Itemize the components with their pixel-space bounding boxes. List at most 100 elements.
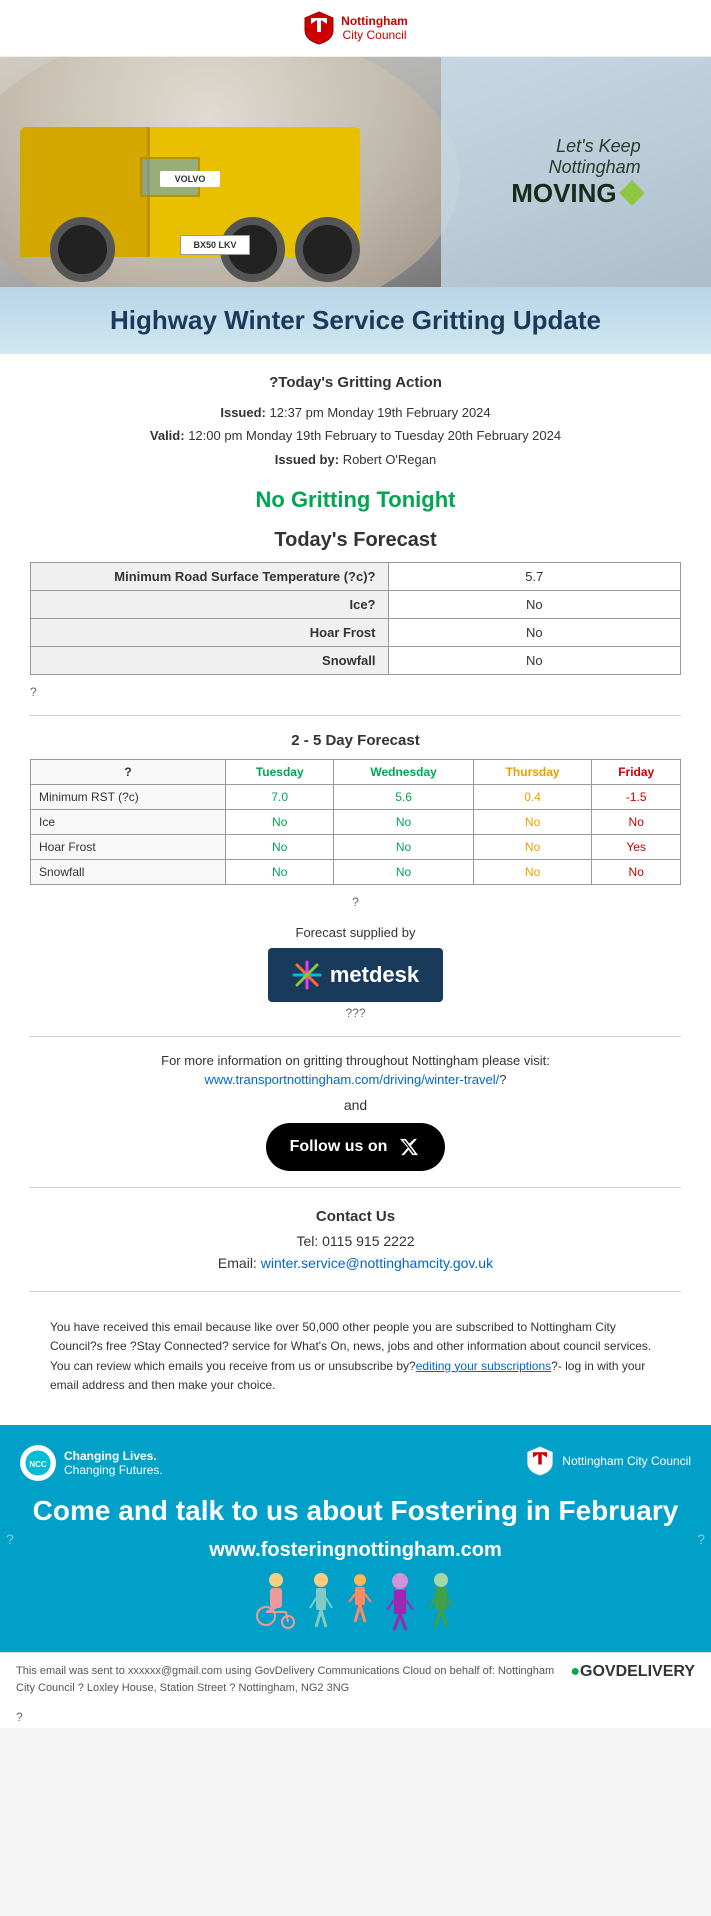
divider-1 xyxy=(30,715,681,716)
hero-line1: Let's Keep xyxy=(511,136,640,157)
fostering-banner: ? ? NCC Changing Lives. Changing Futures… xyxy=(0,1425,711,1652)
contact-title: Contact Us xyxy=(30,1208,681,1225)
multi-forecast-label: Minimum RST (?c) xyxy=(31,785,226,810)
issued-label: Issued: xyxy=(220,405,266,420)
multi-forecast-value: 0.4 xyxy=(473,785,592,810)
fostering-right-question: ? xyxy=(697,1531,705,1547)
multi-forecast-value: -1.5 xyxy=(592,785,681,810)
hero-line2: Nottingham xyxy=(511,157,640,178)
diamond-icon xyxy=(619,180,644,205)
contact-email: Email: winter.service@nottinghamcity.gov… xyxy=(30,1255,681,1271)
metdesk-name: metdesk xyxy=(330,962,419,988)
question-mark-1: ? xyxy=(30,685,681,699)
valid-label: Valid: xyxy=(150,428,185,443)
col-header-fri: Friday xyxy=(592,760,681,785)
changing-futures-text: Changing Futures. xyxy=(64,1463,163,1477)
fostering-logo-right: Nottingham City Council xyxy=(526,1445,691,1477)
issued-by-line: Issued by: Robert O'Regan xyxy=(30,448,681,471)
table-row: Minimum RST (?c)7.05.60.4-1.5 xyxy=(31,785,681,810)
table-row: IceNoNoNoNo xyxy=(31,810,681,835)
table-row: Ice?No xyxy=(31,591,681,619)
multi-forecast-value: 5.6 xyxy=(334,785,473,810)
main-content: ?Today's Gritting Action Issued: 12:37 p… xyxy=(0,354,711,1425)
follow-us-wrapper: Follow us on xyxy=(30,1123,681,1171)
fostering-figures xyxy=(20,1572,691,1632)
govdelivery-dot-icon: ● xyxy=(570,1663,580,1680)
govdelivery-brand: ●GOVDELIVERY xyxy=(570,1663,695,1681)
table-row: SnowfallNo xyxy=(31,647,681,675)
footer: This email was sent to xxxxxx@gmail.com … xyxy=(0,1652,711,1706)
table-row: Hoar FrostNoNoNoYes xyxy=(31,835,681,860)
info-block: Issued: 12:37 pm Monday 19th February 20… xyxy=(30,401,681,471)
gritting-status: No Gritting Tonight xyxy=(30,487,681,513)
todays-forecast-table: Minimum Road Surface Temperature (?c)?5.… xyxy=(30,562,681,675)
issued-line: Issued: 12:37 pm Monday 19th February 20… xyxy=(30,401,681,424)
multi-forecast-value: No xyxy=(473,860,592,885)
valid-line: Valid: 12:00 pm Monday 19th February to … xyxy=(30,424,681,447)
forecast-value: No xyxy=(388,591,681,619)
footer-text: This email was sent to xxxxxx@gmail.com … xyxy=(16,1663,560,1696)
multi-forecast-label: Ice xyxy=(31,810,226,835)
multi-forecast-value: No xyxy=(592,860,681,885)
more-info-text: For more information on gritting through… xyxy=(30,1053,681,1068)
metdesk-label: Forecast supplied by xyxy=(30,925,681,940)
metdesk-star-icon xyxy=(292,960,322,990)
and-text: and xyxy=(30,1097,681,1113)
follow-us-button[interactable]: Follow us on xyxy=(266,1123,446,1171)
col-header-tue: Tuesday xyxy=(226,760,334,785)
fostering-figure-5 xyxy=(426,1572,456,1632)
multi-forecast-value: No xyxy=(334,810,473,835)
forecast-label: Minimum Road Surface Temperature (?c)? xyxy=(31,563,389,591)
multi-forecast-label: Snowfall xyxy=(31,860,226,885)
forecast-label: Snowfall xyxy=(31,647,389,675)
col-header-wed: Wednesday xyxy=(334,760,473,785)
follow-us-label: Follow us on xyxy=(290,1138,388,1156)
metdesk-questions: ??? xyxy=(30,1006,681,1020)
page-title: Highway Winter Service Gritting Update xyxy=(20,305,691,336)
header-logo: Nottingham City Council xyxy=(10,10,701,46)
fostering-left-question: ? xyxy=(6,1531,14,1547)
multi-forecast-value: No xyxy=(473,810,592,835)
multi-forecast-value: No xyxy=(334,835,473,860)
forecast-label: Hoar Frost xyxy=(31,619,389,647)
forecast-value: 5.7 xyxy=(388,563,681,591)
tel-label: Tel: xyxy=(296,1233,318,1249)
multi-forecast-value: No xyxy=(334,860,473,885)
divider-2 xyxy=(30,1036,681,1037)
fostering-figure-1 xyxy=(256,1572,296,1632)
footer-logo: ●GOVDELIVERY xyxy=(570,1663,695,1681)
metdesk-logo: metdesk xyxy=(268,948,443,1002)
fostering-figure-4 xyxy=(384,1572,416,1632)
council-shield-icon xyxy=(303,10,335,46)
multi-forecast-value: No xyxy=(592,810,681,835)
fostering-figure-3 xyxy=(346,1572,374,1627)
hero-moving: MOVING xyxy=(511,178,640,209)
email-link[interactable]: winter.service@nottinghamcity.gov.uk xyxy=(261,1255,493,1271)
question-prefix: ? xyxy=(269,374,278,391)
council-name: Nottingham City Council xyxy=(341,14,408,42)
multi-forecast-value: No xyxy=(226,835,334,860)
table-row: Minimum Road Surface Temperature (?c)?5.… xyxy=(31,563,681,591)
multi-forecast-table: ? Tuesday Wednesday Thursday Friday Mini… xyxy=(30,759,681,885)
edit-subscriptions-link[interactable]: editing your subscriptions xyxy=(416,1359,551,1373)
fostering-figure-2 xyxy=(306,1572,336,1632)
issued-by-label: Issued by: xyxy=(275,452,339,467)
forecast-2-5-title: 2 - 5 Day Forecast xyxy=(30,732,681,749)
forecast-value: No xyxy=(388,647,681,675)
question-mark-2: ? xyxy=(30,895,681,909)
multi-forecast-value: 7.0 xyxy=(226,785,334,810)
divider-3 xyxy=(30,1187,681,1188)
council-name-fostering: Nottingham City Council xyxy=(562,1454,691,1468)
header: Nottingham City Council xyxy=(0,0,711,57)
multi-forecast-value: No xyxy=(473,835,592,860)
fostering-top-bar: NCC Changing Lives. Changing Futures. No… xyxy=(20,1445,691,1481)
multi-forecast-value: No xyxy=(226,860,334,885)
divider-4 xyxy=(30,1291,681,1292)
hero-image: BX50 LKV VOLVO Let's Keep Nottingham MOV… xyxy=(0,57,711,287)
multi-forecast-value: Yes xyxy=(592,835,681,860)
contact-section: Contact Us Tel: 0115 915 2222 Email: win… xyxy=(30,1208,681,1271)
transport-link[interactable]: www.transportnottingham.com/driving/wint… xyxy=(204,1072,499,1087)
col-header-label: ? xyxy=(31,760,226,785)
link-suffix: ? xyxy=(499,1072,506,1087)
forecast-value: No xyxy=(388,619,681,647)
